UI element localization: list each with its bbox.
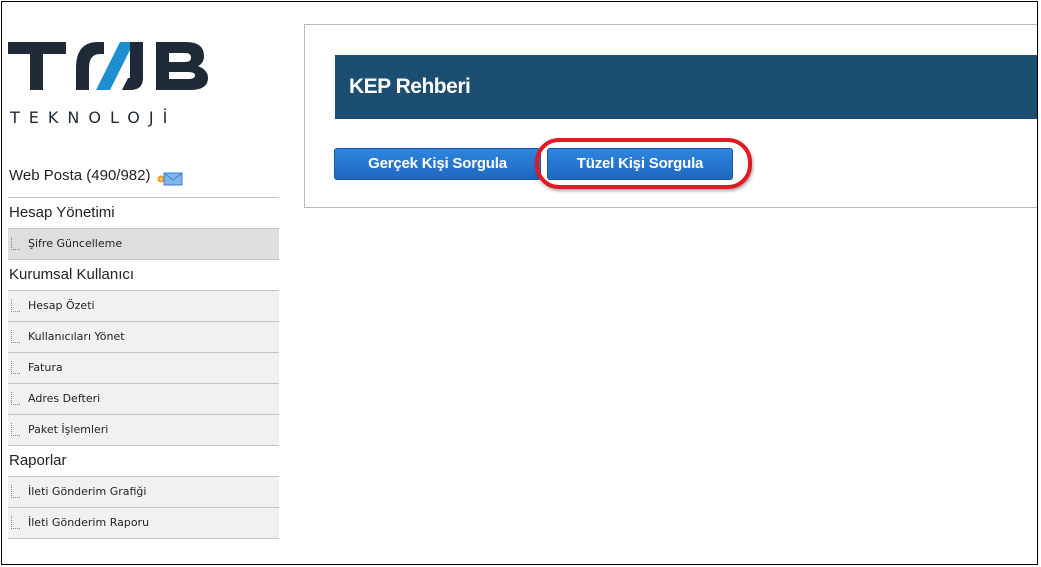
- sidebar-item-label: İleti Gönderim Raporu: [28, 516, 150, 529]
- tree-connector-icon: [11, 361, 20, 374]
- sidebar-item-label: Şifre Güncelleme: [28, 237, 123, 250]
- kep-rehberi-panel: KEP Rehberi Gerçek Kişi Sorgula Tüzel Ki…: [304, 24, 1037, 208]
- page-title: KEP Rehberi: [335, 55, 1037, 119]
- sidebar-item-label: İleti Gönderim Grafiği: [28, 485, 147, 498]
- tree-connector-icon: [11, 485, 20, 498]
- webposta-label: Web Posta (490/982): [9, 167, 151, 184]
- gercek-kisi-sorgula-button[interactable]: Gerçek Kişi Sorgula: [334, 148, 541, 180]
- page-frame: TEKNOLOJİ Web Posta (490/982) Hesap Yöne…: [1, 1, 1038, 565]
- sidebar-item-fatura[interactable]: Fatura: [8, 353, 279, 384]
- sidebar-item-label: Hesap Özeti: [28, 299, 95, 312]
- section-hesap-yonetimi: Hesap Yönetimi: [8, 198, 279, 229]
- webposta-link[interactable]: Web Posta (490/982): [8, 162, 279, 198]
- sidebar-item-sifre-guncelleme[interactable]: Şifre Güncelleme: [8, 229, 279, 260]
- sidebar-item-kullanicilari-yonet[interactable]: Kullanıcıları Yönet: [8, 322, 279, 353]
- sidebar-item-label: Paket İşlemleri: [28, 423, 109, 436]
- sidebar: Web Posta (490/982) Hesap Yönetimi Şifre…: [8, 162, 279, 539]
- logo-tagline: TEKNOLOJİ: [10, 108, 177, 127]
- tnb-logo-mark: [8, 42, 208, 90]
- sidebar-item-adres-defteri[interactable]: Adres Defteri: [8, 384, 279, 415]
- company-logo: TEKNOLOJİ: [8, 38, 228, 138]
- sidebar-item-paket-islemleri[interactable]: Paket İşlemleri: [8, 415, 279, 446]
- sidebar-item-label: Fatura: [28, 361, 63, 374]
- tuzel-kisi-sorgula-button[interactable]: Tüzel Kişi Sorgula: [547, 148, 733, 180]
- sidebar-item-hesap-ozeti[interactable]: Hesap Özeti: [8, 291, 279, 322]
- section-raporlar: Raporlar: [8, 446, 279, 477]
- sidebar-item-label: Kullanıcıları Yönet: [28, 330, 125, 343]
- mail-icon: [157, 168, 183, 186]
- tree-connector-icon: [11, 423, 20, 436]
- section-kurumsal-kullanici: Kurumsal Kullanıcı: [8, 260, 279, 291]
- tree-connector-icon: [11, 392, 20, 405]
- sidebar-item-ileti-gonderim-raporu[interactable]: İleti Gönderim Raporu: [8, 508, 279, 539]
- tree-connector-icon: [11, 299, 20, 312]
- tree-connector-icon: [11, 330, 20, 343]
- sidebar-item-label: Adres Defteri: [28, 392, 101, 405]
- tree-connector-icon: [11, 516, 20, 529]
- tree-connector-icon: [11, 237, 20, 250]
- sidebar-item-ileti-gonderim-grafigi[interactable]: İleti Gönderim Grafiği: [8, 477, 279, 508]
